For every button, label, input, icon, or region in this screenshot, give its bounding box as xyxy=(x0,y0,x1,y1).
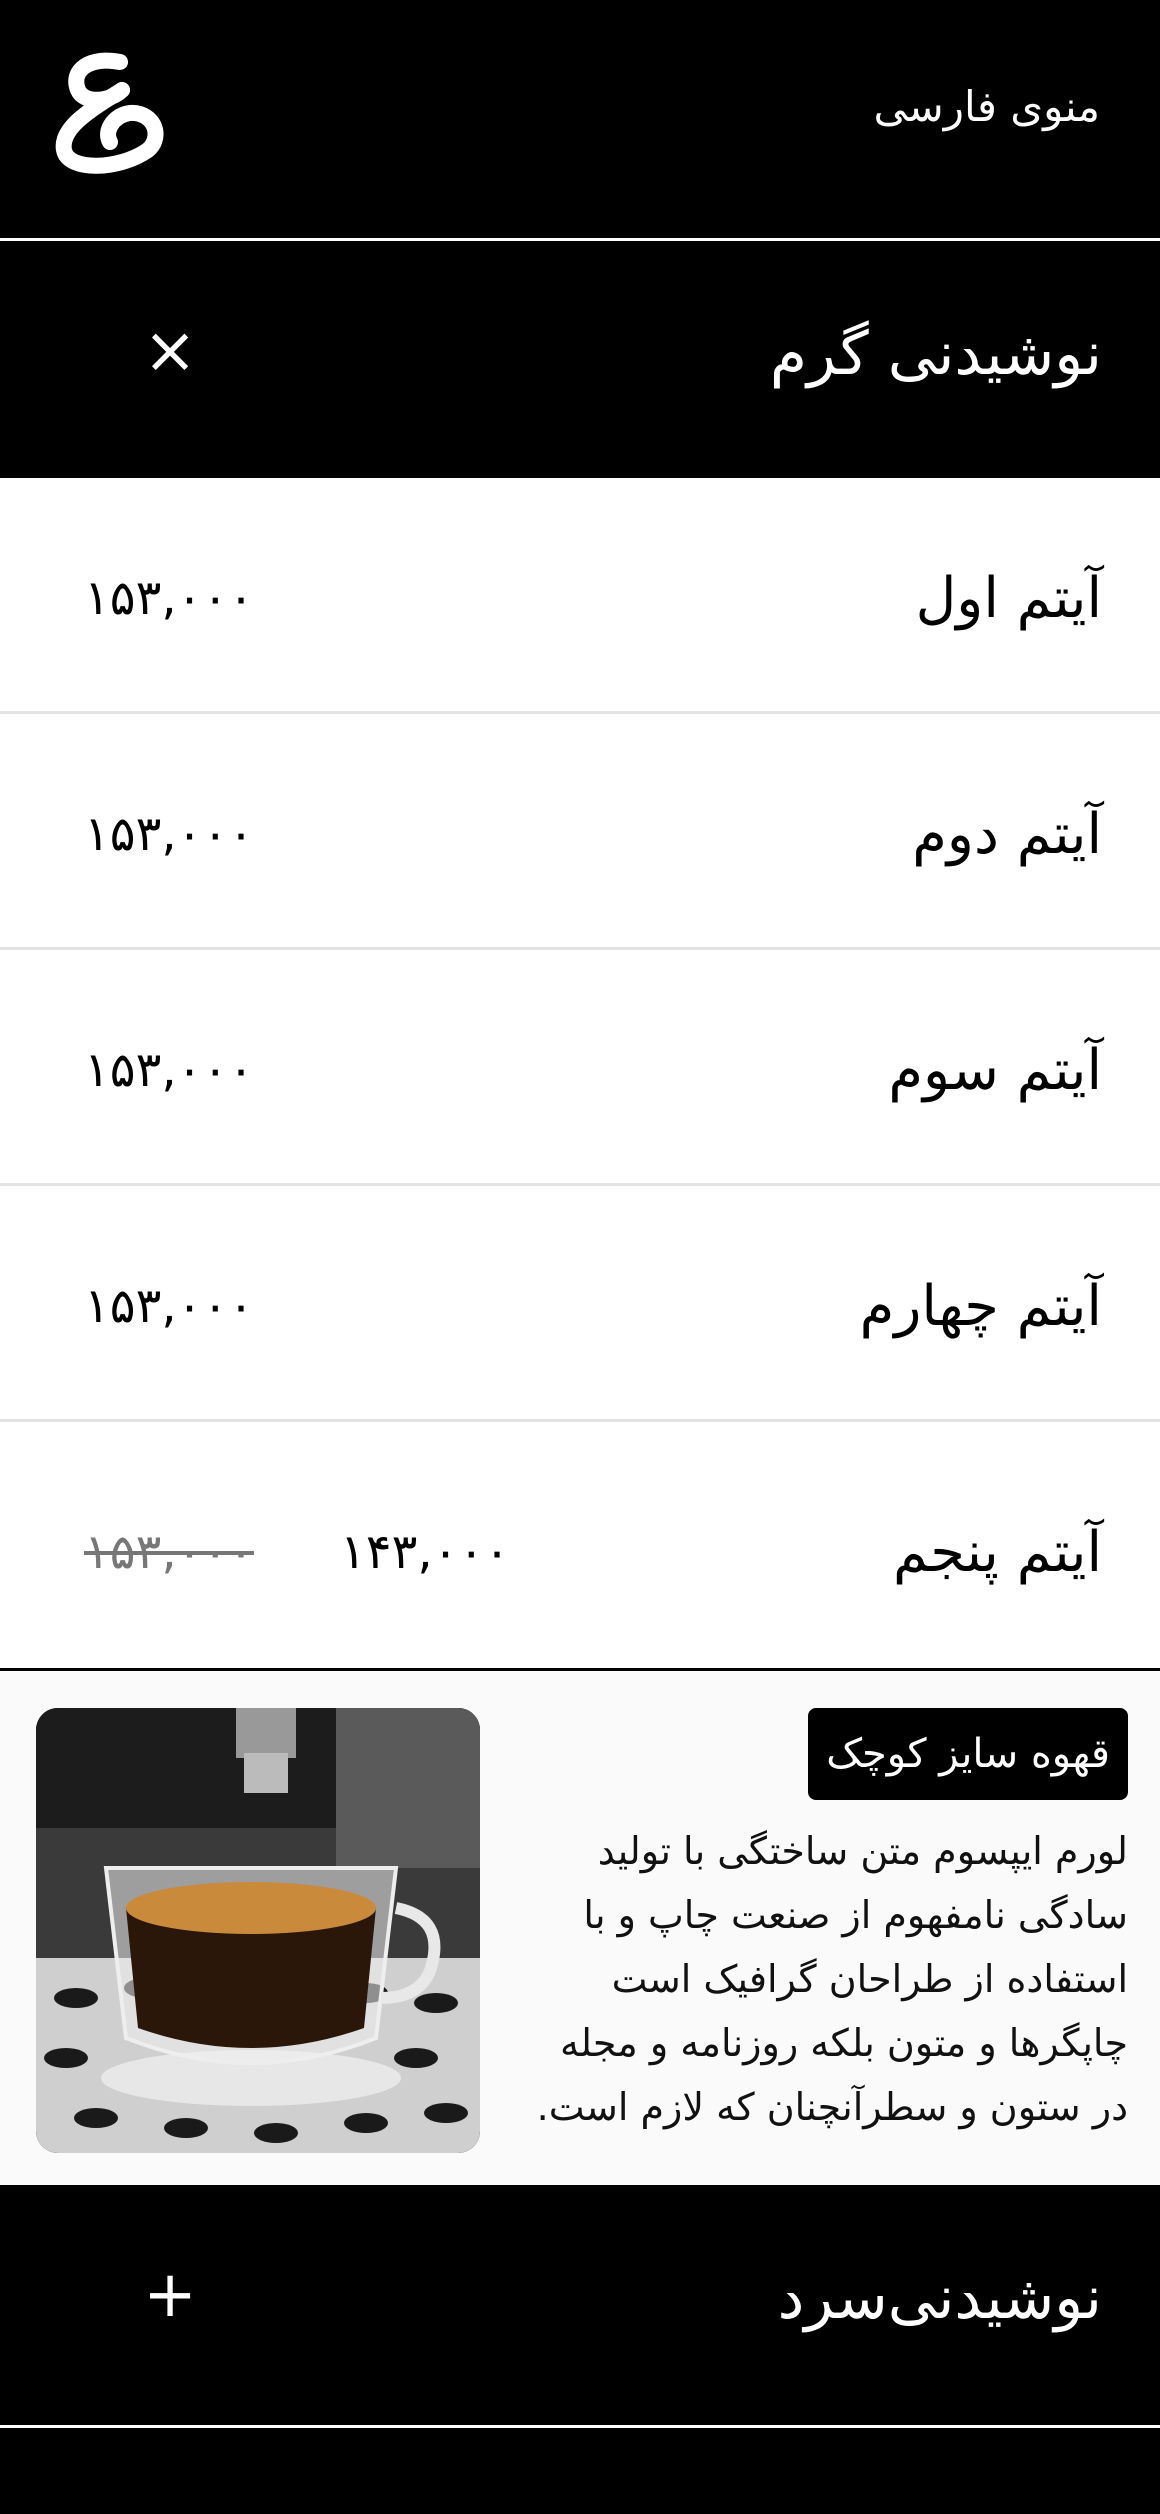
calligraphy-logo-icon[interactable] xyxy=(50,50,168,175)
item-price: ۱۵۳,۰۰۰ xyxy=(84,570,254,626)
top-bar: منوی فارسی xyxy=(0,0,1160,238)
app-title: منوی فارسی xyxy=(873,82,1100,131)
menu-item-row[interactable]: آیتم چهارم ۱۵۳,۰۰۰ xyxy=(0,1186,1160,1422)
promo-badge: قهوه سایز کوچک xyxy=(808,1708,1128,1800)
category-title: نوشیدنی گرم xyxy=(769,319,1102,389)
item-original-price: ۱۵۳,۰۰۰ xyxy=(84,1524,254,1580)
category-cold-drinks-header[interactable]: نوشیدنی‌سرد + xyxy=(0,2185,1160,2425)
item-price: ۱۵۳,۰۰۰ xyxy=(84,1278,254,1334)
menu-item-row[interactable]: آیتم سوم ۱۵۳,۰۰۰ xyxy=(0,950,1160,1186)
close-icon[interactable]: × xyxy=(140,311,200,391)
plus-icon[interactable]: + xyxy=(140,2255,200,2335)
espresso-cup-image xyxy=(36,1708,480,2153)
item-discount-price: ۱۴۳,۰۰۰ xyxy=(340,1524,510,1580)
menu-item-row[interactable]: آیتم اول ۱۵۳,۰۰۰ xyxy=(0,478,1160,714)
promo-card: قهوه سایز کوچک لورم ایپسوم متن ساختگی با… xyxy=(0,1671,1160,2185)
item-name: آیتم پنجم xyxy=(892,1520,1102,1585)
menu-item-row[interactable]: آیتم پنجم ۱۴۳,۰۰۰ ۱۵۳,۰۰۰ xyxy=(0,1432,1160,1668)
category-hot-drinks-header[interactable]: نوشیدنی گرم × xyxy=(0,241,1160,478)
item-price: ۱۵۳,۰۰۰ xyxy=(84,806,254,862)
item-name: آیتم سوم xyxy=(888,1038,1102,1103)
item-price: ۱۵۳,۰۰۰ xyxy=(84,1042,254,1098)
category-title: نوشیدنی‌سرد xyxy=(777,2263,1102,2333)
promo-description: لورم ایپسوم متن ساختگی با تولید سادگی نا… xyxy=(536,1829,1128,2129)
item-name: آیتم چهارم xyxy=(859,1274,1102,1339)
item-name: آیتم دوم xyxy=(912,802,1102,867)
item-name: آیتم اول xyxy=(915,566,1102,631)
next-category-header[interactable] xyxy=(0,2428,1160,2514)
menu-item-row[interactable]: آیتم دوم ۱۵۳,۰۰۰ xyxy=(0,714,1160,950)
